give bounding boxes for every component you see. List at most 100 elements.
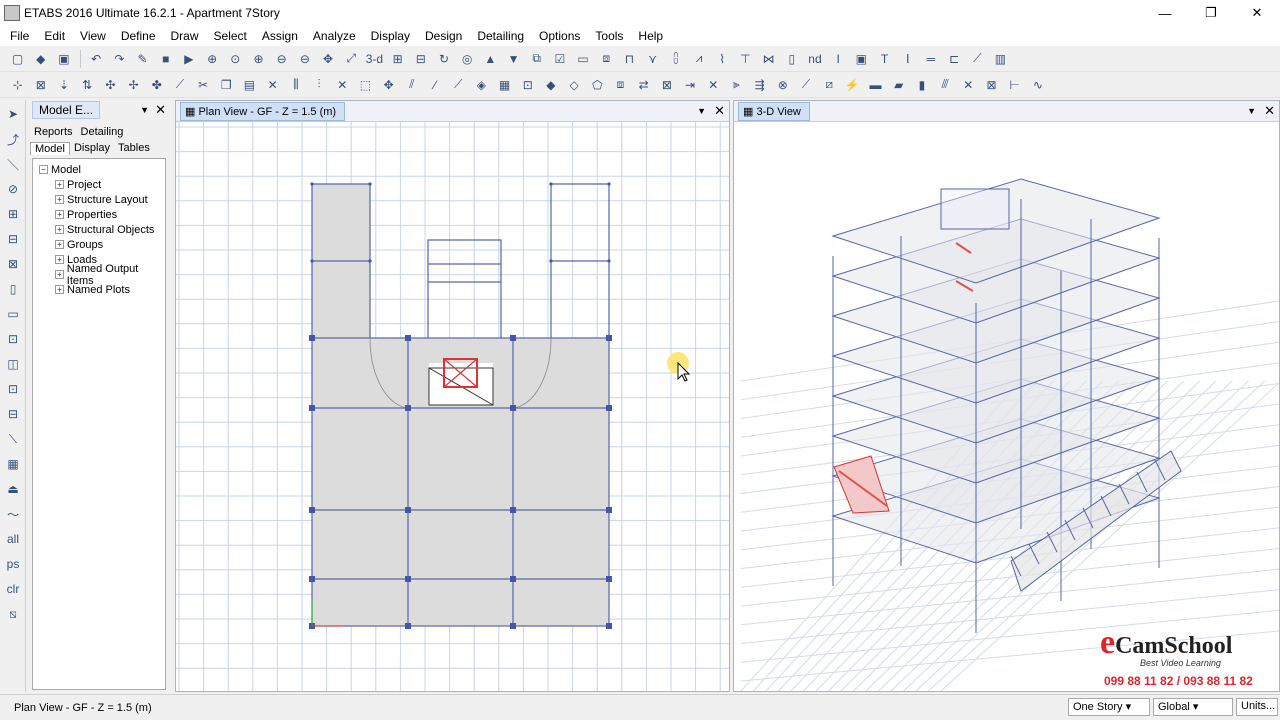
units-button[interactable]: Units... bbox=[1236, 698, 1278, 716]
redo-icon[interactable]: ↷ bbox=[110, 50, 128, 68]
joint-mass-icon[interactable]: ⇅ bbox=[78, 76, 96, 94]
tab-tables[interactable]: Tables bbox=[114, 142, 154, 154]
menu-design[interactable]: Design bbox=[419, 29, 471, 43]
area-opening-icon[interactable]: ⊡ bbox=[519, 76, 537, 94]
menu-detailing[interactable]: Detailing bbox=[471, 29, 533, 43]
joint-spring-icon[interactable]: ⊠ bbox=[32, 76, 50, 94]
draw-brace-icon[interactable]: ⊠ bbox=[2, 253, 24, 275]
frame-offset-icon[interactable]: ✤ bbox=[148, 76, 166, 94]
shape-icon[interactable]: ⊓ bbox=[620, 50, 638, 68]
tab-model[interactable]: Model bbox=[30, 141, 70, 155]
move-icon[interactable]: ✥ bbox=[380, 76, 398, 94]
diaphragm-icon[interactable]: ⧄ bbox=[820, 76, 838, 94]
diagram-icon[interactable]: ⌇ bbox=[713, 50, 731, 68]
3d-view-canvas[interactable] bbox=[734, 122, 1279, 691]
pan-icon[interactable]: ✥ bbox=[319, 50, 337, 68]
shell-forces-icon[interactable]: ⋈ bbox=[760, 50, 778, 68]
snap-icon[interactable]: ✕ bbox=[959, 76, 977, 94]
run-analysis-icon[interactable]: ▶ bbox=[180, 50, 198, 68]
tree-node-structure-layout[interactable]: + Structure Layout bbox=[33, 192, 165, 207]
beam-section-icon[interactable]: ⫶ bbox=[310, 76, 328, 94]
link-icon[interactable]: ⇄ bbox=[635, 76, 653, 94]
area-section-icon[interactable]: ◈ bbox=[472, 76, 490, 94]
area-uniform-load-icon[interactable]: ◇ bbox=[565, 76, 583, 94]
story-select[interactable]: One Story ▾ bbox=[1068, 698, 1150, 716]
draw-opening-icon[interactable]: ⊡ bbox=[2, 378, 24, 400]
new-model-icon[interactable]: ▢ bbox=[9, 50, 27, 68]
text-cursor-icon[interactable]: I bbox=[829, 50, 847, 68]
tree-node-project[interactable]: + Project bbox=[33, 177, 165, 192]
menu-view[interactable]: View bbox=[74, 29, 115, 43]
snap-intersection-icon[interactable]: ⊠ bbox=[982, 76, 1000, 94]
joint-load-icon[interactable]: ⇣ bbox=[55, 76, 73, 94]
draw-rectangle-icon[interactable]: ▭ bbox=[2, 303, 24, 325]
area-mesh-icon[interactable]: ▦ bbox=[496, 76, 514, 94]
joint-diaphragm-icon[interactable]: ✣ bbox=[101, 76, 119, 94]
minimize-button[interactable]: — bbox=[1142, 0, 1188, 26]
window-dropdown-icon[interactable]: ▼ bbox=[1247, 106, 1256, 116]
close-window-button[interactable]: ✕ bbox=[1234, 0, 1280, 26]
tree-node-model[interactable]: − Model bbox=[33, 162, 165, 177]
tendon-icon[interactable]: ⊠ bbox=[658, 76, 676, 94]
rotate-icon[interactable]: ↻ bbox=[435, 50, 453, 68]
draw-line-icon[interactable]: ⟍ bbox=[2, 428, 24, 450]
window-dropdown-icon[interactable]: ▼ bbox=[697, 106, 706, 116]
draw-frame-icon[interactable]: ⊘ bbox=[2, 178, 24, 200]
plan-view-tab[interactable]: ▦ Plan View - GF - Z = 1.5 (m) bbox=[180, 101, 346, 121]
tree-node-properties[interactable]: + Properties bbox=[33, 207, 165, 222]
stiffness-icon[interactable]: ⟋ bbox=[797, 76, 815, 94]
joint-restraint-icon[interactable]: ⊹ bbox=[9, 76, 27, 94]
wind-icon[interactable]: ⇥ bbox=[681, 76, 699, 94]
wall-stack-icon[interactable]: ▰ bbox=[890, 76, 908, 94]
zoom-prev-icon[interactable]: ⊖ bbox=[296, 50, 314, 68]
distributed-load-icon[interactable]: ⁄ bbox=[426, 76, 444, 94]
paste-icon[interactable]: ▤ bbox=[240, 76, 258, 94]
column-icon[interactable]: Ⅰ bbox=[899, 50, 917, 68]
draw-wall-icon[interactable]: ◫ bbox=[2, 353, 24, 375]
pier-label-icon[interactable]: ⬠ bbox=[588, 76, 606, 94]
frame-section-icon[interactable]: ⟋ bbox=[171, 76, 189, 94]
lock-icon[interactable]: ■ bbox=[157, 50, 175, 68]
zoom-out-icon[interactable]: ⊖ bbox=[273, 50, 291, 68]
model-explorer-tab[interactable]: Model E... bbox=[32, 101, 101, 119]
check-icon[interactable]: ☑ bbox=[551, 50, 569, 68]
pointer-icon[interactable]: ➤ bbox=[2, 103, 24, 125]
brace-section-icon[interactable]: ✕ bbox=[333, 76, 351, 94]
spandrel-label-icon[interactable]: ⧈ bbox=[611, 76, 629, 94]
draw-link-icon[interactable]: ⊟ bbox=[2, 403, 24, 425]
box-select-icon[interactable]: ▣ bbox=[852, 50, 870, 68]
perspective-icon[interactable]: ◎ bbox=[458, 50, 476, 68]
expand-icon[interactable]: + bbox=[55, 240, 64, 249]
zoom-in-icon[interactable]: ⊕ bbox=[249, 50, 267, 68]
menu-edit[interactable]: Edit bbox=[38, 29, 74, 43]
expand-icon[interactable]: + bbox=[55, 270, 64, 279]
close-plan-view-icon[interactable]: ✕ bbox=[714, 103, 725, 119]
menu-select[interactable]: Select bbox=[208, 29, 256, 43]
draw-line-icon[interactable]: ⟋ bbox=[968, 50, 986, 68]
draw-beam-icon[interactable]: ⊟ bbox=[2, 228, 24, 250]
reshape-icon[interactable]: ⤴ bbox=[2, 128, 24, 150]
area-load-icon[interactable]: ◆ bbox=[542, 76, 560, 94]
set-display-icon[interactable]: ▭ bbox=[574, 50, 592, 68]
move-up-icon[interactable]: ▲ bbox=[481, 50, 499, 68]
zoom-window-icon[interactable]: ⊕ bbox=[203, 50, 221, 68]
move-down-icon[interactable]: ▼ bbox=[505, 50, 523, 68]
expand-icon[interactable]: + bbox=[55, 225, 64, 234]
reactions-icon[interactable]: ⩘ bbox=[690, 50, 708, 68]
expand-icon[interactable]: + bbox=[55, 195, 64, 204]
save-icon[interactable]: ▣ bbox=[55, 50, 73, 68]
hinge-icon[interactable]: ✕ bbox=[704, 76, 722, 94]
tab-display[interactable]: Display bbox=[70, 142, 114, 154]
plan-view-canvas[interactable] bbox=[176, 122, 729, 691]
menu-tools[interactable]: Tools bbox=[589, 29, 632, 43]
menu-draw[interactable]: Draw bbox=[165, 29, 208, 43]
expand-icon[interactable]: + bbox=[55, 180, 64, 189]
force-diagram-icon[interactable]: ⩉ bbox=[667, 50, 685, 68]
draw-grid-icon[interactable]: ▦ bbox=[2, 453, 24, 475]
copy-icon[interactable]: ❐ bbox=[217, 76, 235, 94]
tab-detailing[interactable]: Detailing bbox=[77, 126, 128, 138]
zoom-restore-icon[interactable]: ⊙ bbox=[226, 50, 244, 68]
pencil-icon[interactable]: ✎ bbox=[134, 50, 152, 68]
undo-icon[interactable]: ↶ bbox=[87, 50, 105, 68]
tee-icon[interactable]: T bbox=[876, 50, 894, 68]
